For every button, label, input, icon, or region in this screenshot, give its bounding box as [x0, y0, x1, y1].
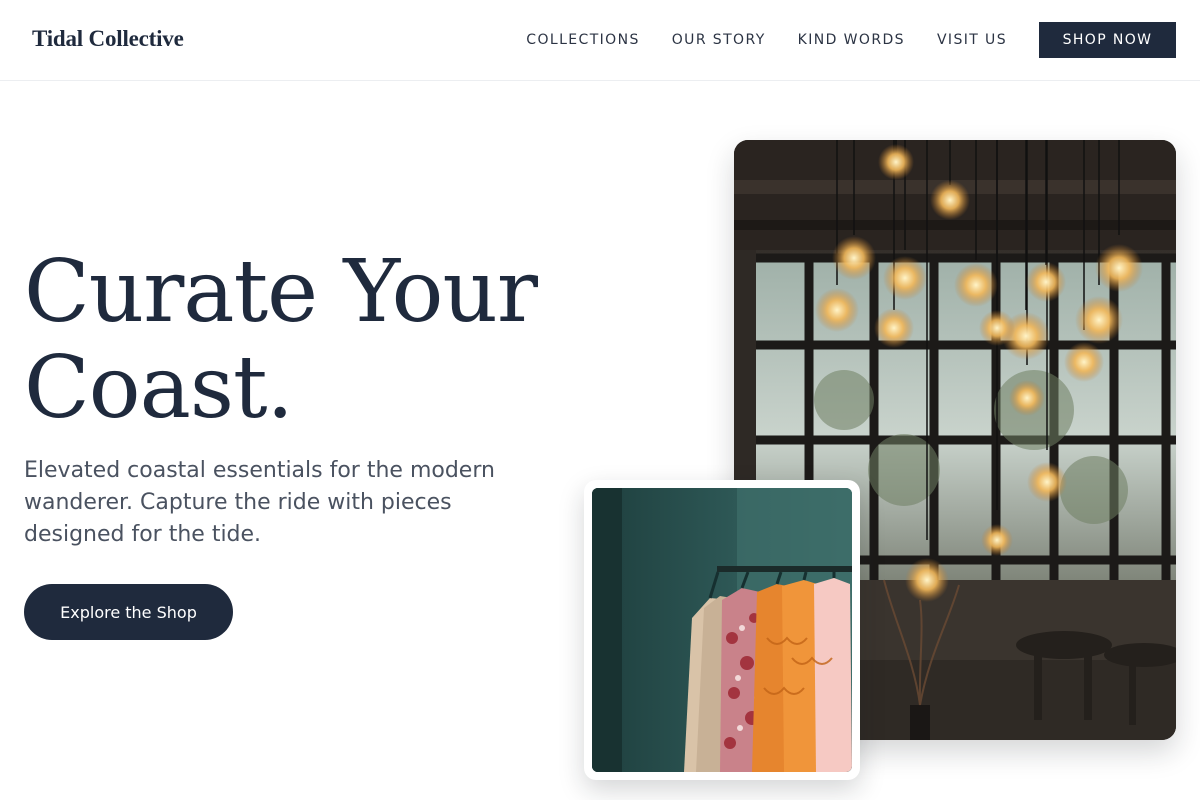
nav-link-kind-words[interactable]: KIND WORDS	[798, 32, 905, 48]
hero-title: Curate Your Coast.	[24, 242, 538, 438]
shop-now-button[interactable]: SHOP NOW	[1039, 22, 1176, 58]
clothing-rack-photo-card	[584, 480, 860, 780]
nav-link-collections[interactable]: COLLECTIONS	[526, 32, 639, 48]
brand-logo[interactable]: Tidal Collective	[32, 26, 184, 52]
nav-links: COLLECTIONS OUR STORY KIND WORDS VISIT U…	[526, 22, 1176, 58]
nav-link-our-story[interactable]: OUR STORY	[672, 32, 766, 48]
top-nav: Tidal Collective COLLECTIONS OUR STORY K…	[0, 0, 1200, 81]
clothing-rack-illustration	[592, 488, 852, 772]
hero-subtitle: Elevated coastal essentials for the mode…	[24, 458, 495, 547]
nav-link-visit-us[interactable]: VISIT US	[937, 32, 1007, 48]
hero-title-line-2: Coast.	[24, 338, 294, 438]
explore-shop-button[interactable]: Explore the Shop	[24, 584, 233, 640]
clothing-rack-photo	[592, 488, 852, 772]
hero-title-line-1: Curate Your	[24, 242, 538, 342]
